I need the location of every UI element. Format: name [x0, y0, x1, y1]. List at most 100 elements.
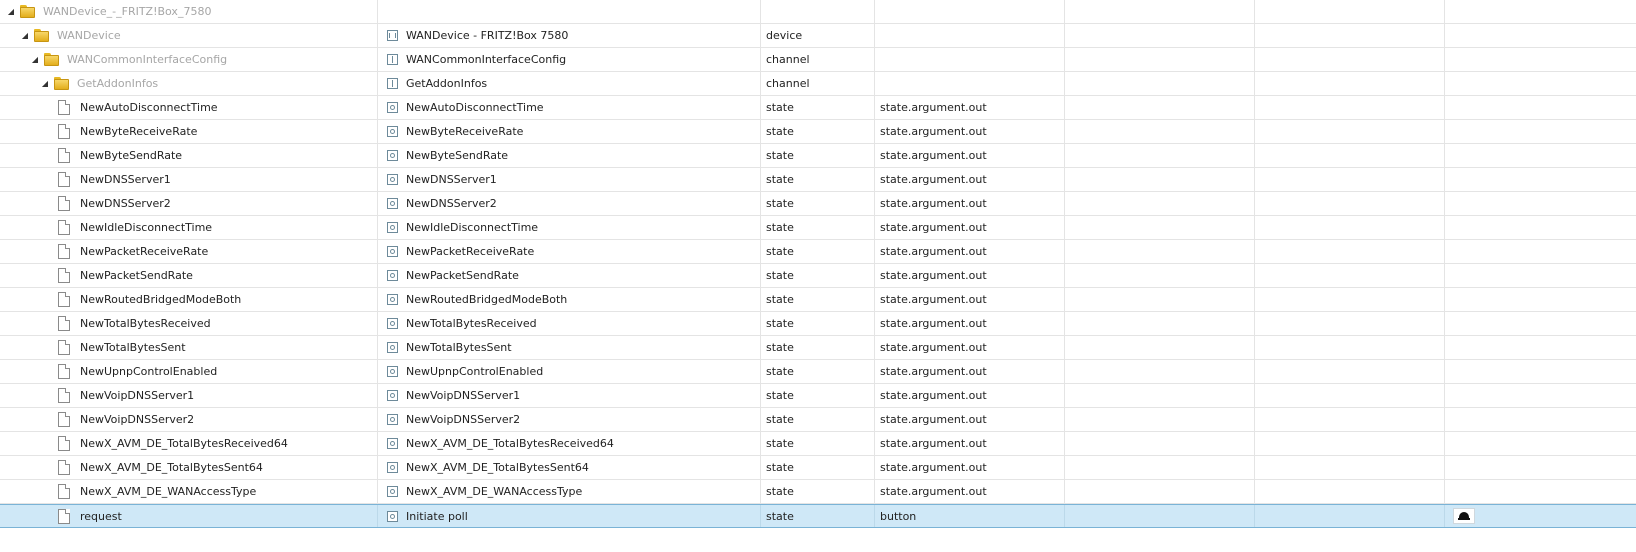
value-cell — [1445, 456, 1636, 479]
state-type-icon — [387, 438, 398, 449]
object-id: NewX_AVM_DE_WANAccessType — [80, 485, 257, 498]
id-cell: ◢ WANDevice — [0, 24, 378, 47]
state-type-icon — [387, 174, 398, 185]
name-cell — [378, 0, 761, 23]
tree-row[interactable]: NewDNSServer2 NewDNSServer2 state state.arg… — [0, 192, 1636, 216]
folder-icon — [54, 77, 69, 90]
tree-folder-row[interactable]: ◢ WANDevice_-_FRITZ!Box_7580 — [0, 0, 1636, 24]
tree-row[interactable]: NewX_AVM_DE_TotalBytesReceived64 NewX_AVM… — [0, 432, 1636, 456]
name-cell: NewDNSServer1 — [378, 168, 761, 191]
value-cell — [1445, 264, 1636, 287]
role-cell: state.argument.out — [875, 96, 1065, 119]
collapse-toggle-icon[interactable]: ◢ — [40, 79, 50, 89]
type-cell: state — [761, 336, 875, 359]
value-cell — [1445, 48, 1636, 71]
state-type-icon — [387, 198, 398, 209]
name-cell: NewPacketSendRate — [378, 264, 761, 287]
role-cell: state.argument.out — [875, 480, 1065, 503]
collapse-toggle-icon[interactable]: ◢ — [30, 55, 40, 65]
tree-row[interactable]: NewPacketSendRate NewPacketSendRate state s… — [0, 264, 1636, 288]
type-cell: state — [761, 312, 875, 335]
value-cell — [1445, 192, 1636, 215]
type-cell — [761, 0, 875, 23]
tree-row[interactable]: NewPacketReceiveRate NewPacketReceiveRate… — [0, 240, 1636, 264]
state-type-icon — [387, 318, 398, 329]
folder-icon — [20, 5, 35, 18]
name-cell: WANCommonInterfaceConfig — [378, 48, 761, 71]
tree-row[interactable]: request Initiate poll state button — [0, 504, 1636, 528]
empty-cell — [1255, 480, 1445, 503]
tree-row[interactable]: NewTotalBytesSent NewTotalBytesSent state s… — [0, 336, 1636, 360]
tree-row[interactable]: NewByteSendRate NewByteSendRate state state… — [0, 144, 1636, 168]
role-cell: button — [875, 505, 1065, 527]
name-cell: NewByteReceiveRate — [378, 120, 761, 143]
file-icon — [58, 340, 70, 355]
role-cell — [875, 24, 1065, 47]
device-type-icon — [387, 30, 398, 41]
object-name: WANDevice - FRITZ!Box 7580 — [406, 29, 569, 42]
empty-cell — [1065, 24, 1255, 47]
value-cell — [1445, 72, 1636, 95]
name-cell: NewTotalBytesSent — [378, 336, 761, 359]
empty-cell — [1065, 384, 1255, 407]
type-cell: device — [761, 24, 875, 47]
file-icon — [58, 100, 70, 115]
state-type-icon — [387, 462, 398, 473]
tree-row[interactable]: NewRoutedBridgedModeBoth NewRoutedBridged… — [0, 288, 1636, 312]
id-cell: NewByteSendRate — [0, 144, 378, 167]
role-cell: state.argument.out — [875, 168, 1065, 191]
value-cell — [1445, 432, 1636, 455]
tree-row[interactable]: NewDNSServer1 NewDNSServer1 state state.arg… — [0, 168, 1636, 192]
id-cell: NewX_AVM_DE_TotalBytesReceived64 — [0, 432, 378, 455]
folder-icon — [34, 29, 49, 42]
type-cell: state — [761, 384, 875, 407]
tree-row[interactable]: NewVoipDNSServer2 NewVoipDNSServer2 state s… — [0, 408, 1636, 432]
tree-row[interactable]: NewUpnpControlEnabled NewUpnpControlEnabl… — [0, 360, 1636, 384]
name-cell: NewRoutedBridgedModeBoth — [378, 288, 761, 311]
file-icon — [58, 220, 70, 235]
id-cell: NewDNSServer1 — [0, 168, 378, 191]
name-cell: NewByteSendRate — [378, 144, 761, 167]
id-cell: ◢ WANDevice_-_FRITZ!Box_7580 — [0, 0, 378, 23]
tree-folder-row[interactable]: ◢ WANDevice WANDevice - FRITZ!Box 7580 devi… — [0, 24, 1636, 48]
collapse-toggle-icon[interactable]: ◢ — [6, 7, 16, 17]
folder-icon — [44, 53, 59, 66]
tree-row[interactable]: NewVoipDNSServer1 NewVoipDNSServer1 state s… — [0, 384, 1636, 408]
empty-cell — [1065, 505, 1255, 527]
object-id: NewX_AVM_DE_TotalBytesSent64 — [80, 461, 263, 474]
id-cell: NewRoutedBridgedModeBoth — [0, 288, 378, 311]
id-cell: NewPacketSendRate — [0, 264, 378, 287]
value-cell — [1445, 120, 1636, 143]
id-cell: NewByteReceiveRate — [0, 120, 378, 143]
empty-cell — [1065, 408, 1255, 431]
tree-folder-row[interactable]: ◢ GetAddonInfos GetAddonInfos channel — [0, 72, 1636, 96]
tree-row[interactable]: NewTotalBytesReceived NewTotalBytesReceiv… — [0, 312, 1636, 336]
type-cell: state — [761, 240, 875, 263]
object-name: NewUpnpControlEnabled — [406, 365, 544, 378]
channel-type-icon — [387, 78, 398, 89]
state-type-icon — [387, 102, 398, 113]
tree-row[interactable]: NewAutoDisconnectTime NewAutoDisconnectTi… — [0, 96, 1636, 120]
state-type-icon — [387, 126, 398, 137]
role-cell: state.argument.out — [875, 336, 1065, 359]
name-cell: NewDNSServer2 — [378, 192, 761, 215]
object-id: NewPacketReceiveRate — [80, 245, 209, 258]
empty-cell — [1255, 96, 1445, 119]
empty-cell — [1255, 72, 1445, 95]
state-type-icon — [387, 366, 398, 377]
empty-cell — [1065, 0, 1255, 23]
collapse-toggle-icon[interactable]: ◢ — [20, 31, 30, 41]
file-icon — [58, 172, 70, 187]
object-name: NewRoutedBridgedModeBoth — [406, 293, 568, 306]
type-cell: state — [761, 360, 875, 383]
tree-row[interactable]: NewX_AVM_DE_TotalBytesSent64 NewX_AVM_DE_… — [0, 456, 1636, 480]
object-name: NewX_AVM_DE_TotalBytesReceived64 — [406, 437, 614, 450]
channel-type-icon — [387, 54, 398, 65]
object-id: NewX_AVM_DE_TotalBytesReceived64 — [80, 437, 288, 450]
tree-row[interactable]: NewByteReceiveRate NewByteReceiveRate stat… — [0, 120, 1636, 144]
tree-row[interactable]: NewX_AVM_DE_WANAccessType NewX_AVM_DE_WAN… — [0, 480, 1636, 504]
tree-folder-row[interactable]: ◢ WANCommonInterfaceConfig WANCommonInterf… — [0, 48, 1636, 72]
tree-row[interactable]: NewIdleDisconnectTime NewIdleDisconnectTi… — [0, 216, 1636, 240]
value-cell — [1445, 480, 1636, 503]
trigger-button[interactable] — [1453, 508, 1475, 524]
